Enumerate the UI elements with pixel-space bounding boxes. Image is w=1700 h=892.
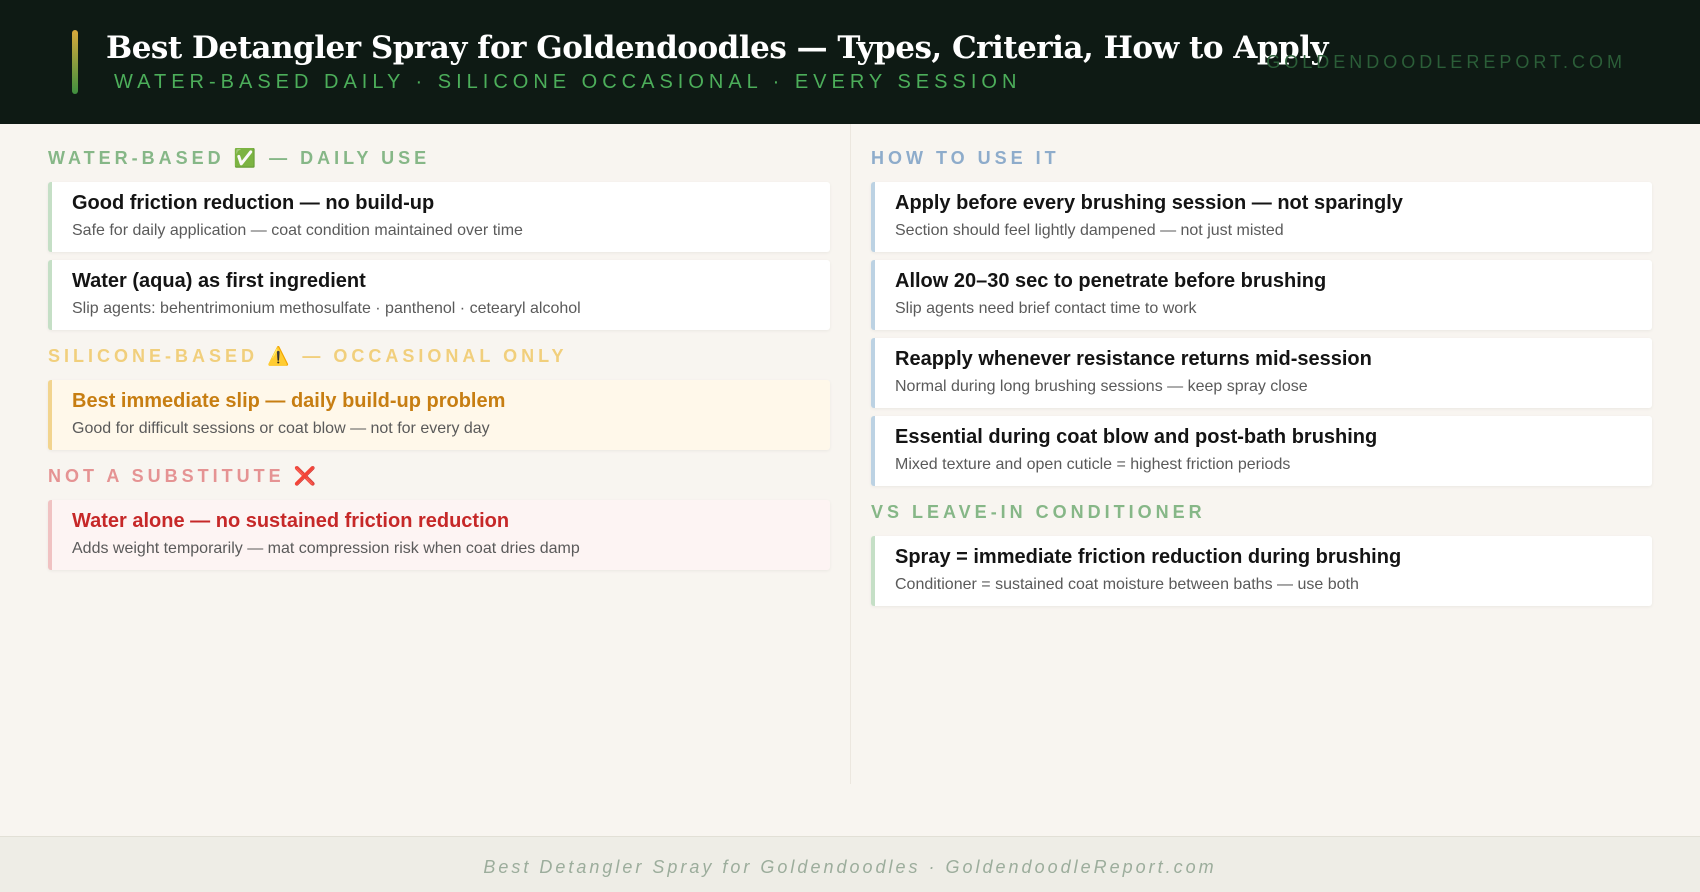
column-divider	[850, 124, 851, 784]
card-spray-vs-conditioner: Spray = immediate friction reduction dur…	[871, 536, 1652, 606]
card-subtitle: Conditioner = sustained coat moisture be…	[895, 576, 1359, 593]
card-title: Good friction reduction — no build-up	[72, 192, 435, 214]
card-howto-coat-blow: Essential during coat blow and post-bath…	[871, 416, 1652, 486]
card-title: Essential during coat blow and post-bath…	[895, 426, 1378, 448]
card-subtitle: Slip agents need brief contact time to w…	[895, 300, 1197, 317]
card-subtitle: Safe for daily application — coat condit…	[72, 222, 523, 239]
section-label-how-to-use: HOW TO USE IT	[871, 148, 1060, 168]
card-title: Spray = immediate friction reduction dur…	[895, 546, 1402, 568]
card-subtitle: Section should feel lightly dampened — n…	[895, 222, 1284, 239]
footer-text: Best Detangler Spray for Goldendoodles ·…	[483, 857, 1217, 877]
page-subtitle: WATER-BASED DAILY · SILICONE OCCASIONAL …	[114, 71, 1022, 93]
card-subtitle: Slip agents: behentrimonium methosulfate…	[72, 300, 581, 317]
section-label-silicone-based: SILICONE-BASED ⚠️ — OCCASIONAL ONLY	[48, 346, 568, 366]
site-name[interactable]: GOLDENDOODLEREPORT.COM	[1266, 52, 1626, 73]
card-water-alone: Water alone — no sustained friction redu…	[48, 500, 830, 570]
card-title: Water alone — no sustained friction redu…	[72, 510, 510, 532]
card-howto-reapply: Reapply whenever resistance returns mid-…	[871, 338, 1652, 408]
card-silicone-slip: Best immediate slip — daily build-up pro…	[48, 380, 830, 450]
card-howto-apply: Apply before every brushing session — no…	[871, 182, 1652, 252]
section-label-vs-conditioner: VS LEAVE-IN CONDITIONER	[871, 502, 1206, 522]
page-title: Best Detangler Spray for Goldendoodles —…	[106, 30, 1329, 66]
card-subtitle: Good for difficult sessions or coat blow…	[72, 420, 490, 437]
card-title: Best immediate slip — daily build-up pro…	[72, 390, 506, 412]
section-label-not-substitute: NOT A SUBSTITUTE ❌	[48, 466, 321, 486]
card-water-friction: Good friction reduction — no build-up Sa…	[48, 182, 830, 252]
card-subtitle: Normal during long brushing sessions — k…	[895, 378, 1308, 395]
card-title: Reapply whenever resistance returns mid-…	[895, 348, 1372, 370]
card-title: Allow 20–30 sec to penetrate before brus…	[895, 270, 1327, 292]
accent-bar	[72, 30, 78, 94]
card-subtitle: Mixed texture and open cuticle = highest…	[895, 456, 1291, 473]
section-label-water-based: WATER-BASED ✅ — DAILY USE	[48, 148, 431, 168]
card-water-ingredient: Water (aqua) as first ingredient Slip ag…	[48, 260, 830, 330]
card-title: Water (aqua) as first ingredient	[72, 270, 366, 292]
footer: Best Detangler Spray for Goldendoodles ·…	[0, 836, 1700, 892]
card-title: Apply before every brushing session — no…	[895, 192, 1403, 214]
header-banner: Best Detangler Spray for Goldendoodles —…	[0, 0, 1700, 124]
card-subtitle: Adds weight temporarily — mat compressio…	[72, 540, 580, 557]
card-howto-wait: Allow 20–30 sec to penetrate before brus…	[871, 260, 1652, 330]
